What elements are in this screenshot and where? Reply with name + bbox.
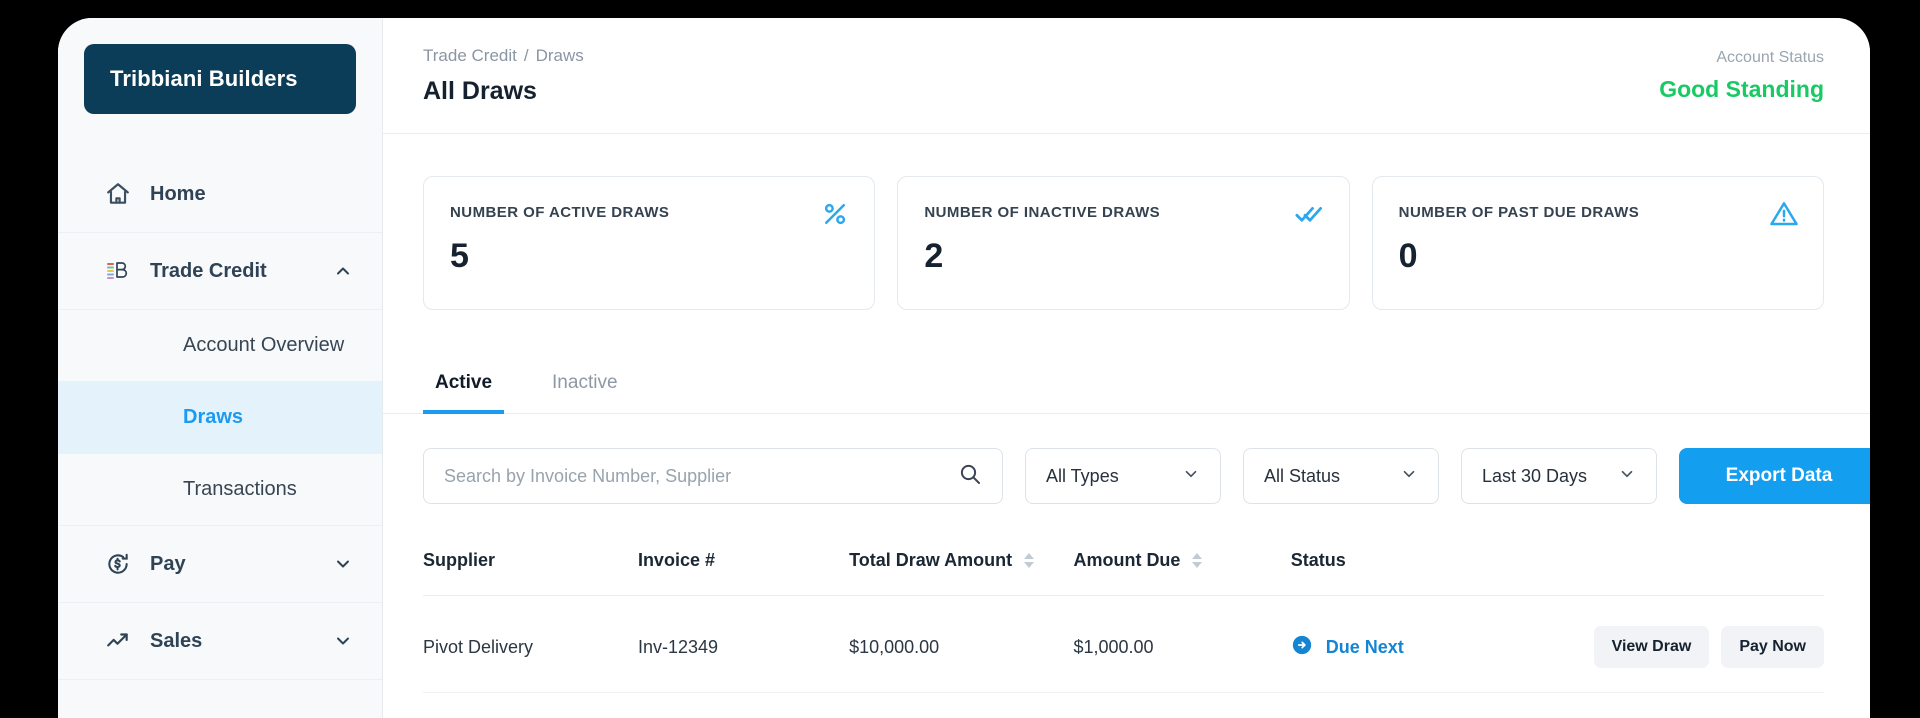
column-header-label: Supplier [423, 550, 496, 570]
main-content: Trade Credit / Draws All Draws Account Sta… [383, 18, 1870, 718]
search-icon[interactable] [958, 462, 982, 491]
stat-card-label: NUMBER OF INACTIVE DRAWS [924, 204, 1161, 221]
sidebar-subitem-label: Account Overview [183, 334, 345, 356]
account-status-label: Account Status [1716, 49, 1824, 66]
home-icon [104, 180, 132, 208]
chevron-down-icon [1182, 465, 1200, 488]
search-input[interactable] [444, 465, 958, 487]
sidebar-subitem-transactions[interactable]: Transactions [58, 454, 382, 526]
column-header-label: Amount Due [1073, 550, 1181, 570]
sidebar-item-label: Pay [150, 552, 186, 575]
sort-icon[interactable] [1192, 553, 1203, 568]
sidebar-item-sales[interactable]: Sales [58, 603, 382, 680]
column-header-supplier: Supplier [423, 538, 638, 596]
stat-card-label: NUMBER OF PAST DUE DRAWS [1398, 204, 1640, 221]
tab-active[interactable]: Active [423, 362, 505, 414]
arrow-right-circle-icon [1291, 634, 1313, 661]
column-header-label: Invoice # [637, 550, 715, 570]
column-header-status: Status [1290, 538, 1594, 596]
search-field[interactable] [423, 448, 1003, 504]
account-status: Account Status Good Standing [1659, 46, 1824, 103]
column-header-invoice: Invoice # [637, 538, 850, 596]
sort-icon[interactable] [1024, 553, 1035, 568]
chevron-down-icon [1400, 465, 1418, 488]
stat-card-value: 2 [924, 237, 944, 275]
table-row[interactable]: Pivot Delivery Inv-12349 $10,000.00 $1,0… [423, 595, 1824, 693]
header-left: Trade Credit / Draws All Draws [423, 46, 584, 106]
stat-card-label: NUMBER OF ACTIVE DRAWS [450, 204, 670, 221]
cell-actions: View Draw Pay Now [1593, 595, 1824, 693]
chevron-down-icon [1618, 465, 1636, 488]
filter-status-dropdown[interactable]: All Status [1243, 448, 1439, 504]
trade-credit-icon [104, 257, 132, 285]
filter-date-range-dropdown[interactable]: Last 30 Days [1461, 448, 1657, 504]
tabs: Active Inactive [383, 362, 1870, 414]
filter-types-dropdown[interactable]: All Types [1025, 448, 1221, 504]
page-title: All Draws [423, 77, 537, 105]
sidebar: Tribbiani Builders Home Trade Credit Acc… [58, 18, 383, 718]
cell-invoice: Inv-12349 [637, 595, 850, 693]
status-badge: Due Next [1325, 636, 1404, 657]
brand-name: Tribbiani Builders [110, 66, 298, 91]
sidebar-item-trade-credit[interactable]: Trade Credit [58, 233, 382, 310]
column-header-amount-due[interactable]: Amount Due [1073, 538, 1291, 596]
breadcrumb-parent[interactable]: Trade Credit [423, 46, 517, 65]
page-header: Trade Credit / Draws All Draws Account Sta… [383, 18, 1870, 134]
pay-dollar-icon [104, 550, 132, 578]
stat-card-past-due-draws: NUMBER OF PAST DUE DRAWS 0 [1371, 176, 1824, 310]
account-status-value: Good Standing [1659, 76, 1824, 102]
cell-status: Due Next [1290, 595, 1594, 693]
cell-amount-due: $1,000.00 [1073, 595, 1291, 693]
chevron-up-icon[interactable] [332, 260, 354, 282]
sidebar-subitem-label: Draws [183, 406, 244, 428]
stat-card-value: 5 [450, 237, 469, 275]
trending-up-icon [104, 627, 132, 655]
sidebar-item-pay[interactable]: Pay [58, 526, 382, 603]
sidebar-subitem-draws[interactable]: Draws [58, 382, 382, 454]
column-header-label: Status [1290, 550, 1346, 570]
breadcrumb: Trade Credit / Draws [423, 46, 584, 66]
sidebar-item-label: Trade Credit [150, 259, 267, 282]
filter-date-range-value: Last 30 Days [1482, 465, 1588, 486]
export-data-button[interactable]: Export Data [1679, 448, 1870, 504]
double-check-icon [1295, 199, 1325, 229]
column-header-total-draw-amount[interactable]: Total Draw Amount [849, 538, 1074, 596]
sidebar-subitem-label: Transactions [183, 478, 297, 500]
brand-card[interactable]: Tribbiani Builders [84, 44, 356, 114]
sidebar-item-label: Sales [150, 629, 203, 652]
filter-types-value: All Types [1046, 465, 1119, 486]
breadcrumb-separator: / [523, 46, 529, 65]
sidebar-nav: Home Trade Credit Account Overview Draws… [58, 156, 382, 680]
warning-triangle-icon [1769, 199, 1799, 229]
chevron-down-icon[interactable] [332, 553, 354, 575]
pay-now-button[interactable]: Pay Now [1721, 626, 1824, 668]
sidebar-item-label: Home [150, 182, 206, 205]
table-header-row: Supplier Invoice # Total Draw Amount Amo… [423, 538, 1824, 596]
column-header-actions [1593, 538, 1824, 596]
sidebar-subitem-account-overview[interactable]: Account Overview [58, 310, 382, 382]
draws-table: Supplier Invoice # Total Draw Amount Amo… [383, 538, 1870, 693]
stat-card-active-draws: NUMBER OF ACTIVE DRAWS 5 [423, 176, 876, 310]
stat-card-value: 0 [1398, 237, 1418, 275]
column-header-label: Total Draw Amount [849, 550, 1013, 570]
cell-total-draw-amount: $10,000.00 [849, 595, 1074, 693]
filter-status-value: All Status [1264, 465, 1341, 486]
toolbar: All Types All Status Last 30 Days Export… [383, 414, 1870, 504]
sidebar-item-home[interactable]: Home [58, 156, 382, 233]
app-window: Tribbiani Builders Home Trade Credit Acc… [58, 18, 1870, 718]
tab-inactive[interactable]: Inactive [540, 362, 629, 414]
cell-supplier: Pivot Delivery [423, 595, 638, 693]
breadcrumb-current: Draws [535, 46, 584, 65]
view-draw-button[interactable]: View Draw [1593, 626, 1710, 668]
chevron-down-icon[interactable] [332, 630, 354, 652]
stat-cards-row: NUMBER OF ACTIVE DRAWS 5 NUMBER OF INACT… [383, 134, 1870, 310]
percent-icon [820, 199, 850, 229]
stat-card-inactive-draws: NUMBER OF INACTIVE DRAWS 2 [897, 176, 1350, 310]
